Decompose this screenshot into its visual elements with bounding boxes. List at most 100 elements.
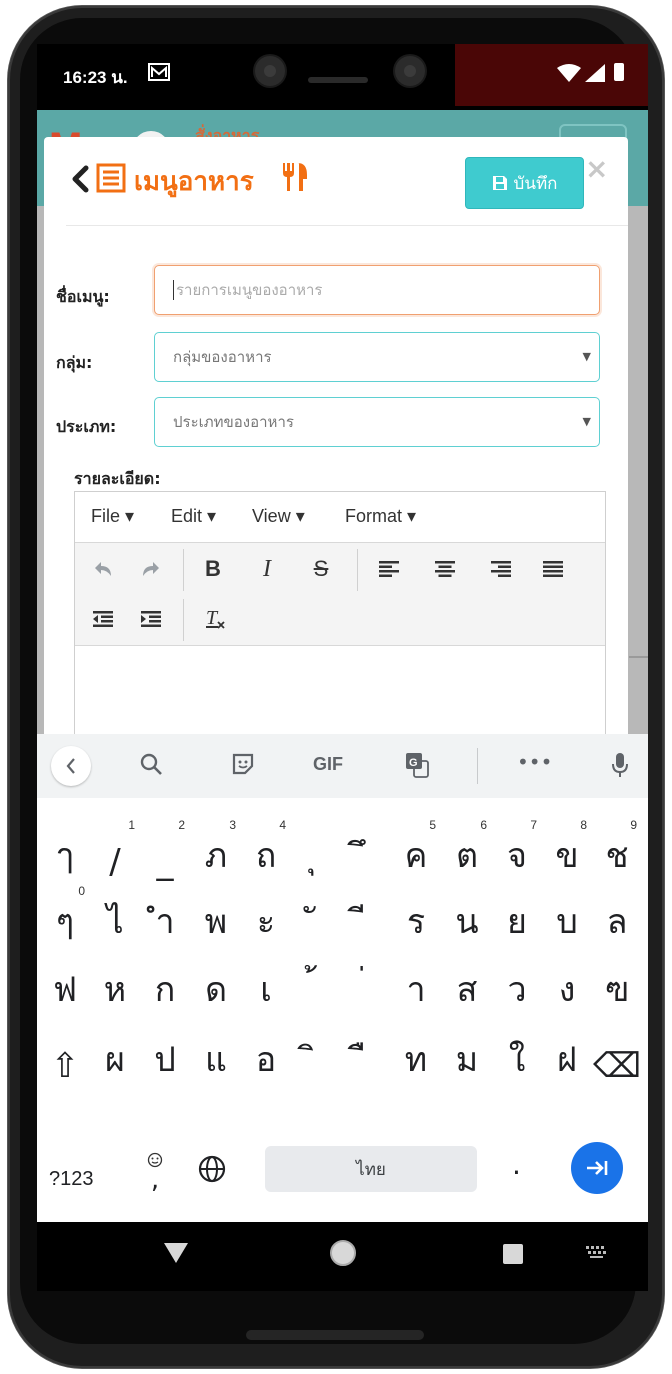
key[interactable]: ะ bbox=[238, 888, 294, 948]
key[interactable]: ห bbox=[87, 956, 143, 1016]
key[interactable]: ไ bbox=[87, 888, 143, 948]
close-button[interactable]: × bbox=[585, 155, 608, 183]
key[interactable]: ด bbox=[188, 956, 244, 1016]
bold-button[interactable]: B bbox=[193, 549, 233, 589]
editor-toolbar: B I S T bbox=[75, 543, 605, 646]
key[interactable]: ค5 bbox=[388, 818, 444, 882]
align-left-icon[interactable] bbox=[369, 549, 409, 589]
dropdown-arrow-icon: ▼ bbox=[582, 350, 591, 363]
key[interactable]: แ bbox=[188, 1026, 244, 1086]
save-button[interactable]: บันทึก bbox=[465, 157, 584, 209]
key[interactable]: ึ bbox=[338, 822, 394, 882]
translate-icon[interactable]: G bbox=[405, 752, 429, 782]
back-chevron-icon[interactable] bbox=[70, 165, 90, 193]
key[interactable]: ผ bbox=[87, 1026, 143, 1086]
key[interactable]: ท bbox=[388, 1026, 444, 1086]
signal-icon bbox=[585, 64, 605, 82]
italic-button[interactable]: I bbox=[247, 549, 287, 589]
mic-icon[interactable] bbox=[611, 752, 629, 782]
key-label: ย bbox=[507, 902, 527, 942]
indent-icon[interactable] bbox=[131, 599, 171, 639]
outdent-icon[interactable] bbox=[83, 599, 123, 639]
key[interactable]: ป bbox=[137, 1026, 193, 1086]
key[interactable]: า bbox=[388, 956, 444, 1016]
key[interactable]: บ bbox=[539, 888, 595, 948]
key[interactable]: ฝ bbox=[539, 1026, 595, 1086]
key[interactable]: ส bbox=[439, 956, 495, 1016]
menu-view[interactable]: View ▾ bbox=[252, 506, 305, 527]
key[interactable]: ง bbox=[539, 956, 595, 1016]
list-icon bbox=[96, 163, 126, 193]
battery-icon bbox=[614, 63, 624, 81]
key[interactable]: ข8 bbox=[539, 818, 595, 882]
key[interactable]: ใ bbox=[489, 1026, 545, 1086]
redo-icon[interactable] bbox=[131, 549, 171, 589]
keyboard-picker-icon[interactable] bbox=[584, 1244, 610, 1260]
key[interactable]: ก bbox=[137, 956, 193, 1016]
align-center-icon[interactable] bbox=[425, 549, 465, 589]
undo-icon[interactable] bbox=[83, 549, 123, 589]
space-key[interactable]: ไทย bbox=[265, 1146, 477, 1192]
key[interactable]: ๆ0 bbox=[37, 884, 93, 948]
sticker-icon[interactable] bbox=[231, 752, 255, 780]
key[interactable]: ำ bbox=[137, 888, 193, 948]
key[interactable]: น bbox=[439, 888, 495, 948]
key[interactable]: ุ bbox=[288, 822, 344, 882]
nav-back-icon[interactable] bbox=[163, 1242, 189, 1264]
status-bar: 16:23 น. bbox=[37, 44, 648, 110]
key[interactable]: พ bbox=[188, 888, 244, 948]
key[interactable]: ั bbox=[288, 888, 344, 948]
dropdown-arrow-icon: ▼ bbox=[582, 415, 591, 428]
strikethrough-button[interactable]: S bbox=[301, 549, 341, 589]
key[interactable]: ภ3 bbox=[188, 818, 244, 882]
key[interactable]: ้ bbox=[288, 956, 344, 1016]
more-options-button[interactable]: ••• bbox=[517, 750, 552, 774]
key[interactable]: ถ4 bbox=[238, 818, 294, 882]
key[interactable]: ่ bbox=[338, 956, 394, 1016]
key[interactable]: ิ bbox=[288, 1026, 344, 1086]
period-key[interactable]: . bbox=[512, 1148, 521, 1181]
align-justify-icon[interactable] bbox=[533, 549, 573, 589]
key[interactable]: ล bbox=[589, 888, 645, 948]
symbols-key[interactable]: ?123 bbox=[49, 1168, 94, 1191]
key[interactable]: ย bbox=[489, 888, 545, 948]
key-label: ช bbox=[605, 836, 629, 876]
key-label: ข bbox=[555, 836, 579, 876]
key[interactable]: ช9 bbox=[589, 818, 645, 882]
group-select[interactable]: กลุ่มของอาหาร ▼ bbox=[154, 332, 600, 382]
nav-recents-icon[interactable] bbox=[503, 1244, 523, 1264]
key[interactable]: ๅ bbox=[37, 822, 93, 882]
key-label: ⌫ bbox=[592, 1046, 642, 1086]
menu-format[interactable]: Format ▾ bbox=[345, 506, 416, 527]
key-label: ⇧ bbox=[50, 1046, 80, 1086]
key[interactable]: ต6 bbox=[439, 818, 495, 882]
type-select[interactable]: ประเภทของอาหาร ▼ bbox=[154, 397, 600, 447]
align-right-icon[interactable] bbox=[481, 549, 521, 589]
key[interactable]: ร bbox=[388, 888, 444, 948]
key-hint: 6 bbox=[480, 818, 487, 832]
keyboard-collapse-button[interactable] bbox=[51, 746, 91, 786]
gif-button[interactable]: GIF bbox=[313, 754, 343, 775]
key[interactable]: ⇧ bbox=[37, 1026, 93, 1086]
menu-name-input[interactable]: รายการเมนูของอาหาร bbox=[154, 265, 600, 315]
key[interactable]: ื bbox=[338, 1026, 394, 1086]
clear-format-icon[interactable]: T bbox=[195, 599, 235, 639]
menu-edit[interactable]: Edit ▾ bbox=[171, 506, 216, 527]
menu-file[interactable]: File ▾ bbox=[91, 506, 134, 527]
key[interactable]: ⌫ bbox=[589, 1026, 645, 1086]
key[interactable]: /1 bbox=[87, 818, 143, 882]
key[interactable]: ฟ bbox=[37, 956, 93, 1016]
enter-key[interactable] bbox=[571, 1142, 623, 1194]
key[interactable]: เ bbox=[238, 956, 294, 1016]
key[interactable]: ม bbox=[439, 1026, 495, 1086]
nav-home-icon[interactable] bbox=[330, 1240, 356, 1266]
key[interactable]: _ 2 bbox=[137, 818, 193, 882]
key[interactable]: จ7 bbox=[489, 818, 545, 882]
emoji-comma-key[interactable]: , bbox=[147, 1152, 163, 1193]
search-icon[interactable] bbox=[139, 752, 163, 780]
key[interactable]: ว bbox=[489, 956, 545, 1016]
key[interactable]: อ bbox=[238, 1026, 294, 1086]
language-switch-key[interactable] bbox=[197, 1154, 227, 1188]
key[interactable]: ี bbox=[338, 888, 394, 948]
key[interactable]: ฃ bbox=[589, 956, 645, 1016]
